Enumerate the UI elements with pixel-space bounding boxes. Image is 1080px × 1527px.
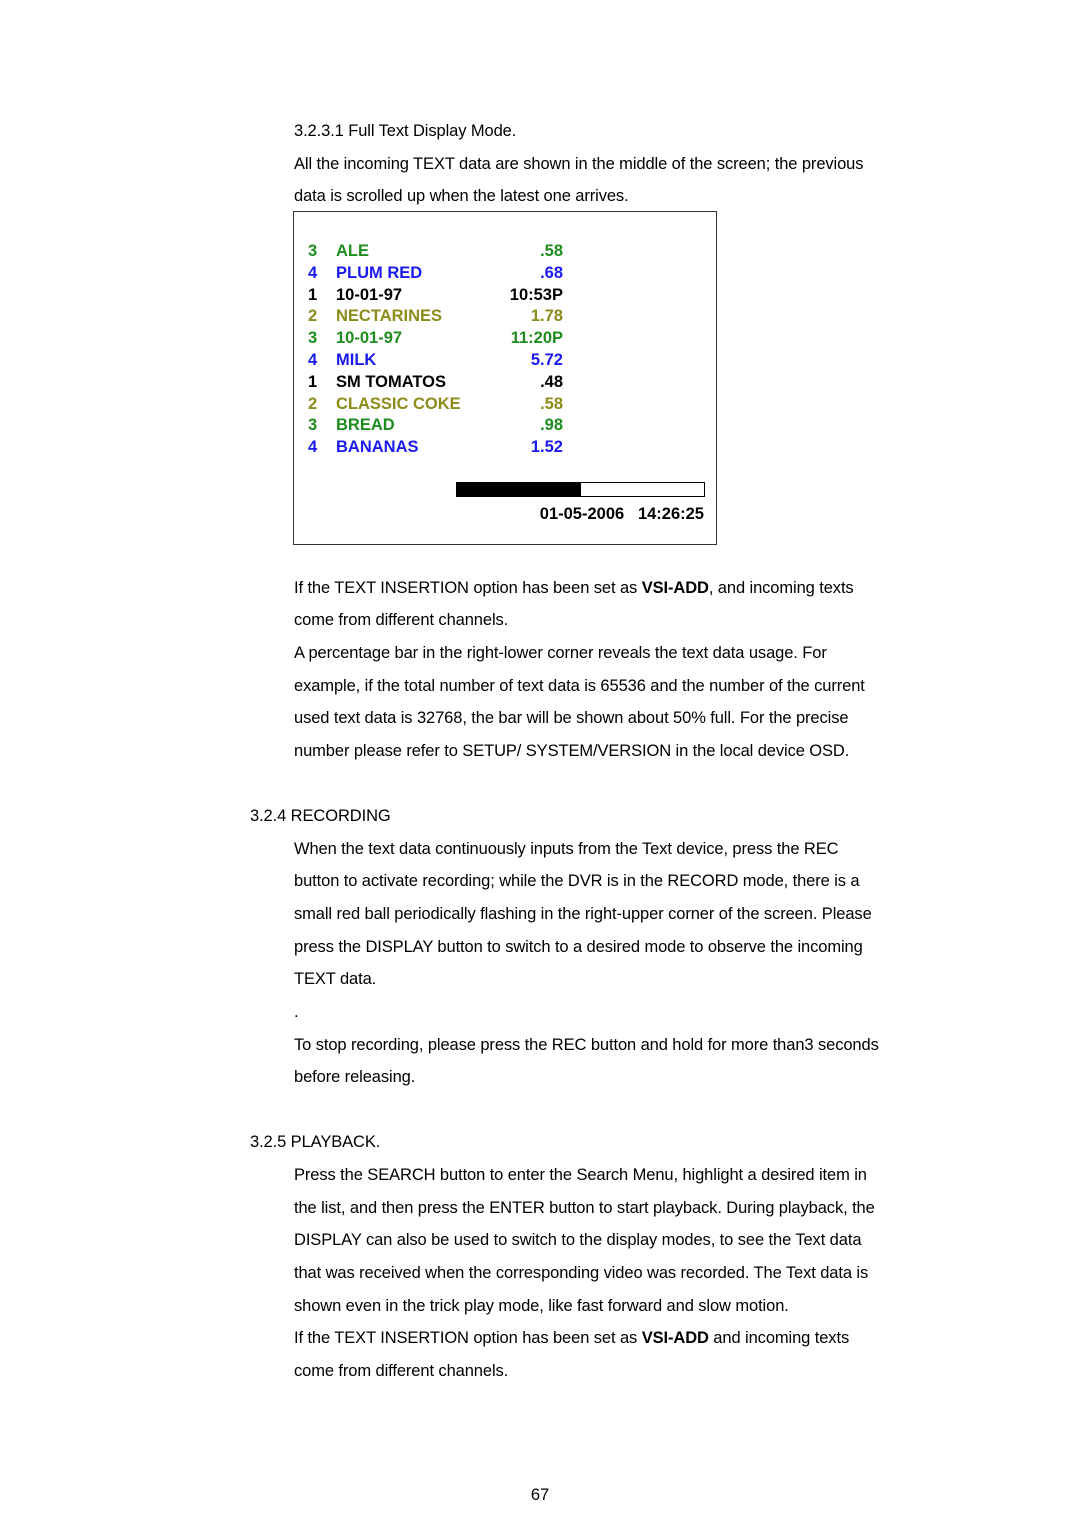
osd-item-name: BANANAS (336, 438, 419, 457)
osd-item-value: .58 (540, 242, 563, 260)
recording-line: small red ball periodically flashing in … (294, 905, 872, 923)
osd-item-value: 10:53P (509, 285, 563, 304)
playback-line: the list, and then press the ENTER butto… (294, 1199, 875, 1217)
para1-line: If the TEXT INSERTION option has been se… (294, 579, 854, 598)
osd-item-name: ALE (336, 242, 369, 260)
osd-item-name: CLASSIC COKE (336, 394, 461, 413)
usage-bar (456, 482, 705, 497)
recording-line: press the DISPLAY button to switch to a … (294, 938, 863, 956)
osd-item-name: 10-01-97 (336, 329, 403, 348)
recording-line: button to activate recording; while the … (294, 872, 860, 890)
osd-item-name: MILK (336, 351, 377, 369)
osd-channel: 3 (308, 329, 318, 348)
para2-line: number please refer to SETUP/ SYSTEM/VER… (294, 742, 850, 760)
osd-channel: 1 (308, 372, 318, 391)
osd-item-value: 1.78 (530, 307, 563, 326)
text: and incoming texts (708, 1329, 850, 1347)
osd-channel: 4 (308, 438, 318, 457)
osd-channel: 4 (308, 351, 318, 369)
osd-channel: 2 (308, 394, 318, 413)
intro-line: data is scrolled up when the latest one … (294, 187, 629, 205)
recording-stop-line: To stop recording, please press the REC … (294, 1036, 879, 1054)
recording-heading: 3.2.4 RECORDING (250, 807, 391, 825)
bold-term: VSI-ADD (641, 1329, 709, 1347)
playback-heading: 3.2.5 PLAYBACK. (250, 1133, 381, 1151)
osd-datetime: 01-05-2006 14:26:25 (540, 505, 704, 524)
text: If the TEXT INSERTION option has been se… (294, 1329, 642, 1347)
osd-channel: 3 (308, 416, 318, 435)
osd-screen: 3 ALE .58 4 PLUM RED .68 1 10-01-97 10:53P 2 NECTA… (293, 211, 717, 545)
osd-item-name: BREAD (336, 416, 395, 435)
para2-line: A percentage bar in the right-lower corn… (294, 644, 827, 662)
osd-date: 01-05-2006 (539, 505, 625, 523)
osd-item-value: 11:20P (510, 329, 563, 348)
page-number: 67 (530, 1486, 550, 1504)
section-heading: 3.2.3.1 Full Text Display Mode. (294, 122, 517, 140)
para1-line: come from different channels. (294, 611, 509, 629)
para2-line: used text data is 32768, the bar will be… (294, 709, 849, 727)
osd-channel: 2 (308, 307, 318, 326)
para2-line: example, if the total number of text dat… (294, 677, 865, 695)
playback-line: If the TEXT INSERTION option has been se… (294, 1329, 849, 1348)
osd-item-name: PLUM RED (336, 263, 423, 282)
usage-bar-fill (457, 483, 581, 496)
playback-line: DISPLAY can also be used to switch to th… (294, 1231, 862, 1249)
osd-item-value: 1.52 (530, 438, 563, 457)
osd-channel: 1 (308, 285, 318, 304)
recording-stop-line: before releasing. (294, 1068, 416, 1086)
recording-line: When the text data continuously inputs f… (294, 840, 839, 858)
playback-line: that was received when the corresponding… (294, 1264, 869, 1282)
osd-item-value: .98 (540, 416, 563, 435)
recording-dot: . (294, 1003, 299, 1021)
bold-term: VSI-ADD (641, 579, 709, 597)
osd-item-name: NECTARINES (336, 307, 443, 326)
text: If the TEXT INSERTION option has been se… (294, 579, 642, 597)
recording-line: TEXT data. (294, 970, 377, 988)
text: , and incoming texts (708, 579, 854, 597)
osd-item-value: 5.72 (530, 351, 563, 369)
osd-channel: 3 (308, 242, 318, 260)
intro-line: All the incoming TEXT data are shown in … (294, 155, 864, 173)
playback-line: Press the SEARCH button to enter the Sea… (294, 1166, 867, 1184)
osd-item-name: 10-01-97 (336, 285, 403, 304)
playback-line: come from different channels. (294, 1362, 509, 1380)
osd-item-value: .58 (540, 394, 563, 413)
osd-time: 14:26:25 (637, 505, 704, 523)
osd-item-name: SM TOMATOS (336, 372, 447, 391)
osd-item-value: .68 (540, 263, 563, 282)
playback-line: shown even in the trick play mode, like … (294, 1297, 789, 1315)
osd-channel: 4 (308, 263, 318, 282)
osd-item-value: .48 (540, 372, 563, 391)
